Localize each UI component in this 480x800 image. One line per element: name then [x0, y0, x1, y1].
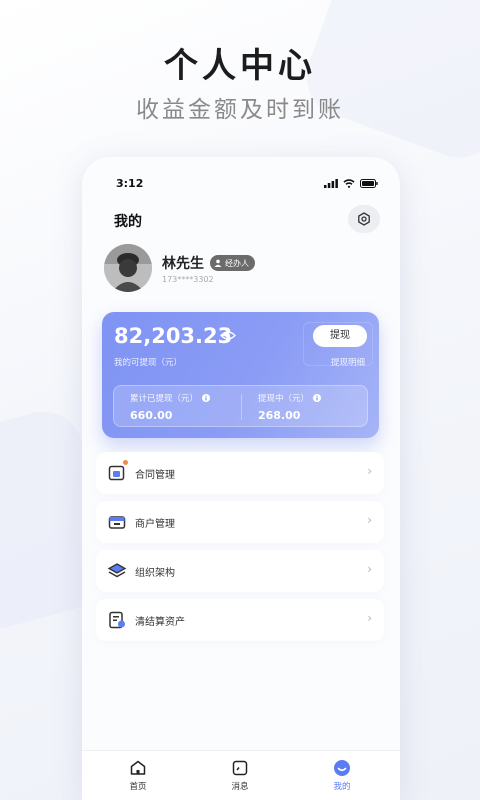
- stat-value: 660.00: [130, 409, 173, 422]
- stat-total-withdrawn: 累计已提现（元） 660.00: [130, 392, 211, 422]
- phone-screen: 3:12 我的 林先生 经办人 173****3302 82,203.23 我的…: [82, 157, 400, 800]
- menu-item-label: 商户管理: [135, 519, 175, 530]
- avatar-image: [104, 244, 152, 292]
- role-badge: 经办人: [210, 255, 255, 271]
- menu-item-label: 清结算资产: [135, 617, 185, 628]
- settlement-icon: [109, 611, 125, 629]
- menu-item-merchant[interactable]: 商户管理 ›: [96, 501, 384, 543]
- battery-icon: [360, 179, 378, 188]
- withdraw-detail-link[interactable]: 提现明细: [331, 356, 365, 368]
- person-icon: [214, 259, 222, 267]
- notification-dot: [123, 460, 128, 465]
- withdrawable-amount: 82,203.23: [114, 324, 233, 348]
- menu-item-label: 组织架构: [135, 568, 175, 579]
- status-icons: [324, 179, 378, 188]
- info-icon[interactable]: [202, 394, 211, 402]
- menu-item-settlement[interactable]: 清结算资产 ›: [96, 599, 384, 641]
- profile-icon: [334, 760, 350, 776]
- status-bar: 3:12: [82, 177, 400, 193]
- chevron-right-icon: ›: [367, 513, 372, 527]
- hero-title: 个人中心: [164, 46, 316, 86]
- stat-label: 提现中（元）: [258, 394, 310, 404]
- layers-icon: [107, 563, 127, 578]
- tab-messages[interactable]: 消息: [210, 759, 270, 792]
- message-icon: [232, 760, 248, 776]
- tab-label: 消息: [231, 782, 249, 792]
- tab-label: 我的: [333, 782, 351, 792]
- avatar[interactable]: [104, 244, 152, 292]
- wallet-card: 82,203.23 我的可提现（元） 提现 提现明细 累计已提现（元） 660.…: [102, 312, 379, 438]
- menu-item-organization[interactable]: 组织架构 ›: [96, 550, 384, 592]
- stat-pending: 提现中（元） 268.00: [258, 392, 322, 422]
- stat-label: 累计已提现（元）: [130, 394, 199, 404]
- eye-icon[interactable]: [220, 330, 236, 341]
- user-name: 林先生: [162, 256, 204, 272]
- menu-item-label: 合同管理: [135, 470, 175, 481]
- menu-item-contract[interactable]: 合同管理 ›: [96, 452, 384, 494]
- signal-icon: [324, 179, 338, 188]
- user-phone: 173****3302: [162, 275, 214, 284]
- status-time: 3:12: [116, 177, 144, 190]
- info-icon[interactable]: [313, 394, 322, 402]
- settings-button[interactable]: [348, 205, 380, 233]
- chevron-right-icon: ›: [367, 464, 372, 478]
- chevron-right-icon: ›: [367, 562, 372, 576]
- tab-profile[interactable]: 我的: [312, 759, 372, 792]
- chevron-right-icon: ›: [367, 611, 372, 625]
- hero-subtitle: 收益金额及时到账: [136, 97, 344, 123]
- tab-home[interactable]: 首页: [108, 759, 168, 792]
- page-title: 我的: [114, 214, 142, 230]
- withdraw-stats: 累计已提现（元） 660.00 提现中（元） 268.00: [113, 385, 368, 427]
- stats-divider: [241, 394, 242, 420]
- tab-bar: 首页 消息 我的: [82, 750, 400, 800]
- withdraw-button[interactable]: 提现: [313, 325, 367, 347]
- withdrawable-label: 我的可提现（元）: [114, 358, 183, 368]
- tab-label: 首页: [129, 782, 147, 792]
- settings-icon: [358, 212, 370, 226]
- contract-icon: [108, 465, 125, 481]
- role-badge-label: 经办人: [225, 258, 249, 268]
- stat-value: 268.00: [258, 409, 301, 422]
- home-icon: [130, 760, 146, 775]
- wifi-icon: [343, 179, 355, 188]
- store-icon: [108, 516, 126, 529]
